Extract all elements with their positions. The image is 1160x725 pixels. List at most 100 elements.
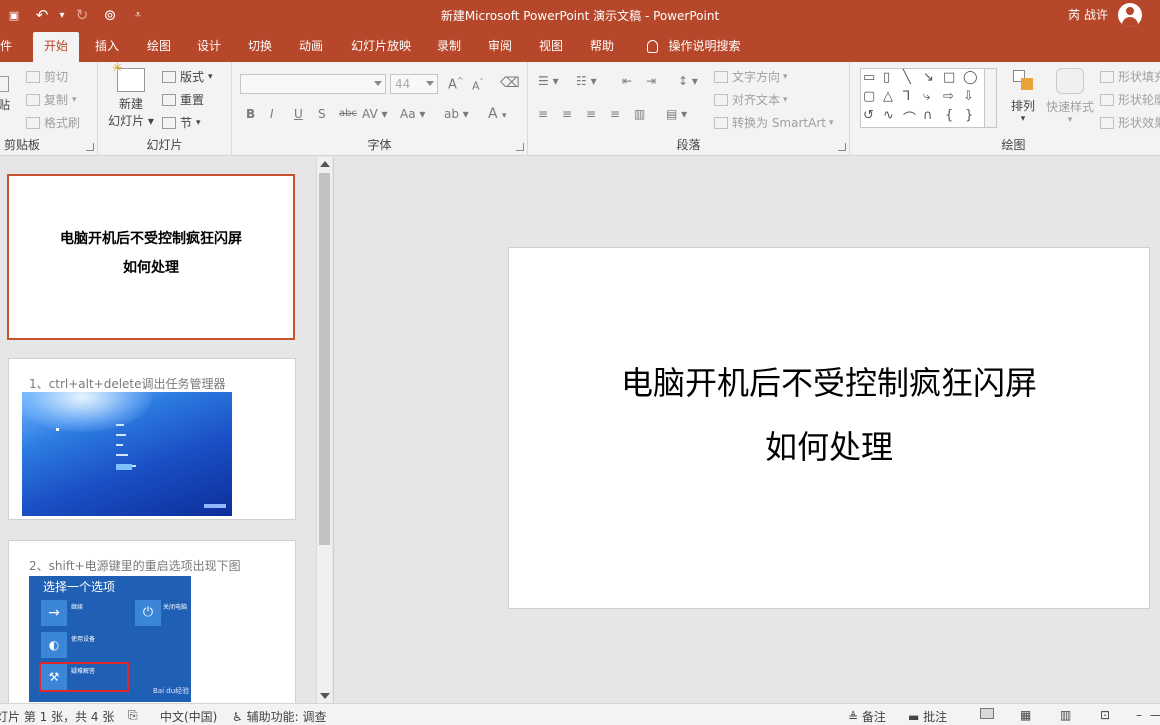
font-name-combo[interactable]	[240, 74, 386, 94]
decrease-indent-button[interactable]: ⇤	[622, 74, 632, 88]
slide-thumbnail-2[interactable]: 1、ctrl+alt+delete调出任务管理器	[8, 358, 296, 520]
right-brace-shape-icon[interactable]: }	[965, 108, 973, 123]
rounded-rect-shape-icon[interactable]: ▢	[863, 89, 875, 104]
avatar[interactable]	[1118, 3, 1142, 27]
elbow-connector-shape-icon[interactable]: ⅂	[903, 89, 910, 104]
tab-insert[interactable]: 插入	[88, 30, 126, 62]
freeform-shape-icon[interactable]: ↺	[863, 108, 874, 123]
shape-effects-button[interactable]: 形状效果	[1100, 114, 1160, 131]
arrow-line-shape-icon[interactable]: ↘	[923, 70, 934, 85]
line-spacing-button[interactable]: ↕ ▾	[678, 74, 698, 88]
paste-button[interactable]: 贴	[0, 76, 10, 113]
rectangle-shape-icon[interactable]: □	[943, 70, 955, 85]
scroll-down-icon[interactable]	[320, 693, 330, 699]
align-right-button[interactable]: ≡	[586, 107, 596, 121]
shape-fill-button[interactable]: 形状填充	[1100, 68, 1160, 85]
thumbnails-scrollbar[interactable]	[316, 157, 332, 703]
strikethrough-button[interactable]: abc	[339, 108, 357, 119]
reading-view-icon[interactable]: ▥	[1060, 708, 1071, 722]
format-painter-button[interactable]: 格式刷	[26, 114, 80, 131]
oval-shape-icon[interactable]: ◯	[963, 70, 978, 85]
scribble-shape-icon[interactable]: ∿	[883, 108, 894, 123]
gallery-scroll[interactable]	[984, 69, 996, 127]
elbow-arrow-shape-icon[interactable]: ⤷	[923, 89, 930, 104]
tab-slideshow[interactable]: 幻灯片放映	[345, 30, 417, 62]
notes-button[interactable]: ≜ 备注	[848, 708, 886, 725]
tab-draw[interactable]: 绘图	[140, 30, 178, 62]
font-size-combo[interactable]: 44	[390, 74, 438, 94]
left-brace-shape-icon[interactable]: {	[945, 108, 953, 123]
clear-format-icon[interactable]: ⌫	[500, 75, 520, 91]
current-slide[interactable]: 电脑开机后不受控制疯狂闪屏 如何处理	[508, 247, 1150, 609]
tab-design[interactable]: 设计	[190, 30, 228, 62]
tab-transitions[interactable]: 切换	[241, 30, 279, 62]
distribute-button[interactable]: ▥	[634, 107, 645, 121]
bold-button[interactable]: B	[246, 107, 255, 121]
curve-shape-icon[interactable]: ∩	[923, 108, 933, 123]
spellcheck-icon[interactable]: ⎘	[128, 708, 138, 723]
cut-button[interactable]: 剪切	[26, 68, 68, 85]
font-launcher-icon[interactable]	[516, 143, 524, 151]
normal-view-icon[interactable]	[980, 707, 997, 721]
slideshow-view-icon[interactable]: ⊡	[1100, 708, 1110, 722]
highlight-button[interactable]: ab ▾	[444, 107, 469, 121]
slide-sorter-icon[interactable]: ▦	[1020, 708, 1031, 722]
down-arrow-shape-icon[interactable]: ⇩	[963, 89, 974, 104]
layout-button[interactable]: 版式 ▾	[162, 68, 213, 85]
slide-thumbnail-1[interactable]: 电脑开机后不受控制疯狂闪屏 如何处理	[7, 174, 295, 340]
shapes-gallery[interactable]: ▭ ▯ ╲ ↘ □ ◯ ▢ △ ⅂ ⤷ ⇨ ⇩ ↺ ∿ ⌒ ∩ { }	[860, 68, 997, 128]
language-status[interactable]: 中文(中国)	[160, 708, 217, 725]
arc-shape-icon[interactable]: ⌒	[903, 108, 916, 127]
comments-button[interactable]: ▬ 批注	[908, 708, 947, 725]
slide-title-line2[interactable]: 如何处理	[509, 422, 1149, 468]
numbering-button[interactable]: ☷ ▾	[576, 74, 597, 88]
zoom-out-icon[interactable]: –	[1136, 708, 1142, 722]
bullets-button[interactable]: ☰ ▾	[538, 74, 559, 88]
justify-button[interactable]: ≡	[610, 107, 620, 121]
reset-button[interactable]: 重置	[162, 91, 204, 108]
tab-review[interactable]: 审阅	[481, 30, 519, 62]
scroll-up-icon[interactable]	[320, 161, 330, 167]
tab-animations[interactable]: 动画	[292, 30, 330, 62]
slide-thumbnail-3[interactable]: 2、shift+电源键里的重启选项出现下图 选择一个选项 → 继续 ◐ 使用设备…	[8, 540, 296, 703]
tab-help[interactable]: 帮助	[583, 30, 621, 62]
vertical-textbox-shape-icon[interactable]: ▯	[883, 70, 890, 85]
zoom-slider[interactable]: —	[1150, 708, 1160, 722]
right-arrow-shape-icon[interactable]: ⇨	[943, 89, 954, 104]
scroll-thumb[interactable]	[319, 173, 330, 545]
smartart-button[interactable]: 转换为 SmartArt ▾	[714, 114, 834, 131]
user-name[interactable]: 芮 战许	[1068, 6, 1108, 23]
text-direction-button[interactable]: 文字方向 ▾	[714, 68, 788, 85]
font-color-button[interactable]: A ▾	[488, 106, 507, 122]
tab-file[interactable]: 件	[0, 30, 16, 62]
new-slide-button[interactable]: ✳ 新建 幻灯片 ▾	[108, 61, 154, 129]
tab-record[interactable]: 录制	[430, 30, 468, 62]
copy-button[interactable]: 复制 ▾	[26, 91, 77, 108]
align-center-button[interactable]: ≡	[562, 107, 572, 121]
char-spacing-button[interactable]: AV ▾	[362, 107, 388, 121]
italic-button[interactable]: I	[270, 107, 274, 121]
align-left-button[interactable]: ≡	[538, 107, 548, 121]
grow-font-button[interactable]: A^	[448, 76, 464, 92]
slide-title-line1[interactable]: 电脑开机后不受控制疯狂闪屏	[509, 358, 1149, 404]
shape-outline-label: 形状轮廓	[1118, 93, 1160, 107]
underline-button[interactable]: U	[294, 107, 303, 121]
clipboard-launcher-icon[interactable]	[86, 143, 94, 151]
align-text-button[interactable]: 对齐文本 ▾	[714, 91, 788, 108]
accessibility-status[interactable]: ♿ 辅助功能: 调查	[232, 708, 326, 725]
section-button[interactable]: 节 ▾	[162, 114, 201, 131]
triangle-shape-icon[interactable]: △	[883, 89, 893, 104]
line-shape-icon[interactable]: ╲	[903, 70, 911, 85]
quick-styles-button[interactable]: 快速样式 ▾	[1044, 68, 1096, 125]
shrink-font-button[interactable]: Aˇ	[472, 78, 484, 93]
increase-indent-button[interactable]: ⇥	[646, 74, 656, 88]
shadow-button[interactable]: S	[318, 107, 326, 121]
tab-view[interactable]: 视图	[532, 30, 570, 62]
textbox-shape-icon[interactable]: ▭	[863, 70, 875, 85]
columns-button[interactable]: ▤ ▾	[666, 107, 687, 121]
shape-outline-button[interactable]: 形状轮廓	[1100, 91, 1160, 108]
change-case-button[interactable]: Aa ▾	[400, 107, 425, 121]
arrange-button[interactable]: 排列 ▾	[1006, 68, 1040, 124]
tab-home[interactable]: 开始	[33, 32, 79, 62]
tab-tell-me[interactable]: 操作说明搜索	[640, 30, 748, 62]
